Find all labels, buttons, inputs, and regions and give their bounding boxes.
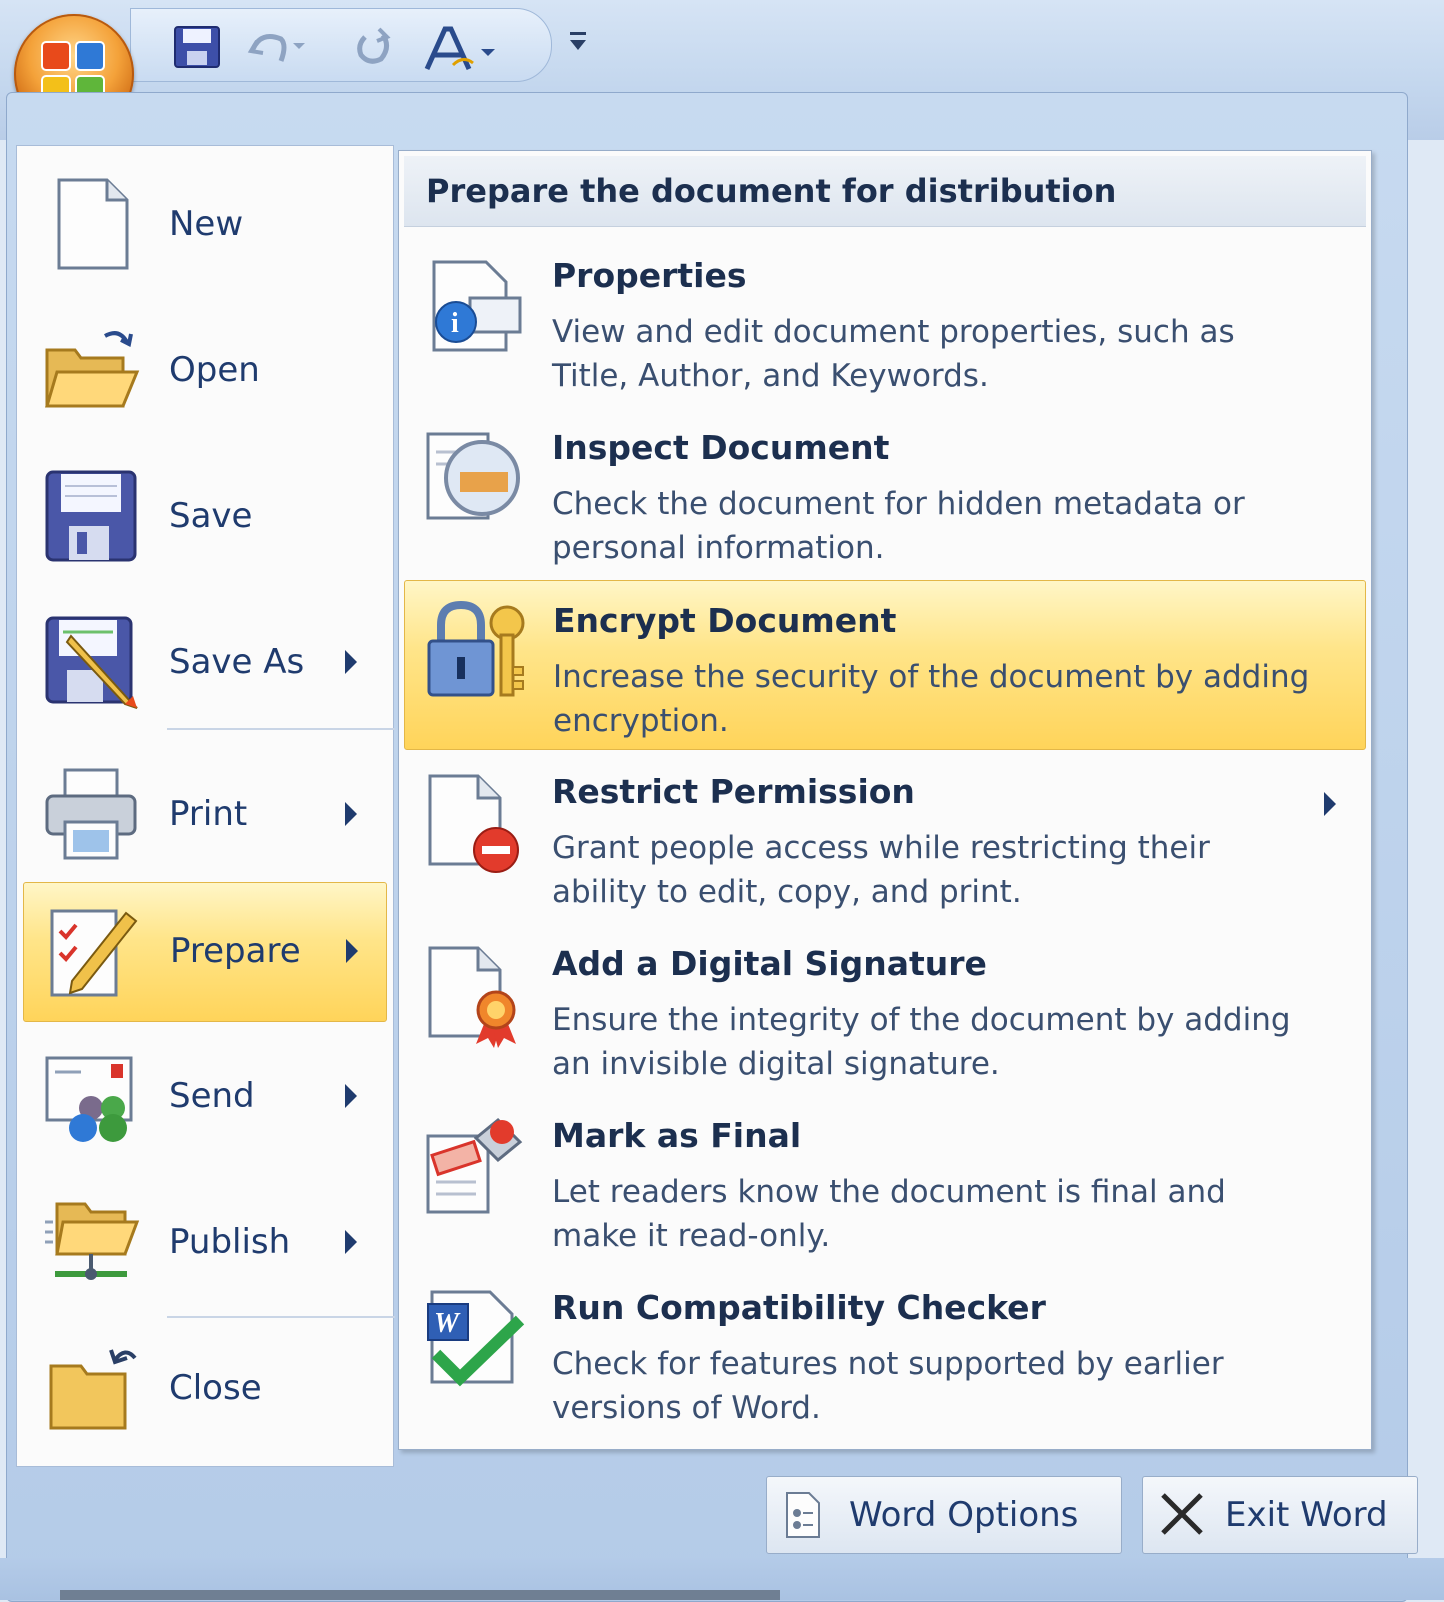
inspect-document-icon [420, 424, 530, 534]
menu-item-save-as[interactable]: Save As [23, 594, 387, 732]
menu-item-label: Publish [169, 1222, 291, 1262]
exit-word-button[interactable]: Exit Word [1142, 1476, 1418, 1554]
submenu-item-title: Restrict Permission [552, 772, 915, 811]
submenu-arrow-icon [346, 939, 358, 963]
submenu-item-description: Grant people access while restricting th… [552, 830, 1210, 910]
menu-item-label: Print [169, 794, 248, 834]
menu-item-label: Prepare [170, 931, 301, 971]
quick-access-toolbar [130, 8, 552, 82]
submenu-item-encrypt-document[interactable]: Encrypt Document Increase the security o… [404, 580, 1366, 750]
printer-icon [41, 764, 141, 864]
menu-item-save[interactable]: Save [23, 448, 387, 586]
menu-item-print[interactable]: Print [23, 746, 387, 884]
submenu-arrow-icon [345, 802, 357, 826]
customize-dropdown-icon[interactable] [568, 30, 588, 58]
menu-item-label: Send [169, 1076, 255, 1116]
submenu-item-description: Check for features not supported by earl… [552, 1346, 1224, 1426]
menu-item-new[interactable]: New [23, 156, 387, 294]
submenu-item-title: Properties [552, 256, 747, 295]
lock-key-icon [421, 597, 531, 707]
submenu-item-run-compatibility-checker[interactable]: W Run Compatibility Checker Check for fe… [404, 1268, 1366, 1436]
mark-final-icon [420, 1112, 530, 1222]
menu-item-label: Open [169, 350, 260, 390]
menu-item-publish[interactable]: Publish [23, 1174, 387, 1312]
close-x-icon [1159, 1491, 1205, 1541]
office-menu-commands: New Open Save Save As Print Prepare Send… [16, 145, 395, 1467]
options-document-icon [783, 1491, 823, 1543]
redo-icon[interactable] [353, 25, 397, 73]
undo-icon[interactable] [247, 25, 307, 73]
menu-item-label: Close [169, 1368, 262, 1408]
word-options-label: Word Options [849, 1495, 1079, 1535]
svg-text:i: i [451, 308, 459, 339]
submenu-item-description: Increase the security of the document by… [553, 659, 1310, 739]
save-as-icon [41, 612, 141, 712]
submenu-item-title: Encrypt Document [553, 601, 897, 640]
publish-icon [41, 1192, 141, 1292]
menu-item-prepare[interactable]: Prepare [23, 882, 387, 1022]
menu-item-send[interactable]: Send [23, 1028, 387, 1166]
word-options-button[interactable]: Word Options [766, 1476, 1122, 1554]
menu-item-label: New [169, 204, 244, 244]
send-icon [41, 1046, 141, 1146]
close-folder-icon [41, 1338, 141, 1438]
compatibility-checker-icon: W [420, 1284, 530, 1394]
submenu-arrow-icon [1324, 792, 1336, 816]
submenu-item-inspect-document[interactable]: Inspect Document Check the document for … [404, 408, 1366, 576]
submenu-item-title: Mark as Final [552, 1116, 802, 1155]
menu-item-close[interactable]: Close [23, 1320, 387, 1458]
submenu-header-text: Prepare the document for distribution [426, 172, 1117, 210]
menu-separator [167, 1316, 395, 1318]
submenu-header: Prepare the document for distribution [404, 156, 1366, 227]
digital-signature-icon [420, 940, 530, 1050]
submenu-item-description: Let readers know the document is final a… [552, 1174, 1226, 1254]
prepare-icon [42, 901, 142, 1001]
properties-icon: i [420, 252, 530, 362]
menu-item-label: Save [169, 496, 253, 536]
exit-word-label: Exit Word [1225, 1495, 1388, 1535]
font-style-icon[interactable] [423, 25, 503, 79]
submenu-arrow-icon [345, 650, 357, 674]
submenu-item-description: View and edit document properties, such … [552, 314, 1235, 394]
open-folder-icon [41, 320, 141, 420]
document-edge [60, 1590, 780, 1600]
svg-text:W: W [434, 1308, 461, 1339]
menu-item-open[interactable]: Open [23, 302, 387, 440]
submenu-item-restrict-permission[interactable]: Restrict Permission Grant people access … [404, 752, 1366, 920]
menu-item-label: Save As [169, 642, 305, 682]
submenu-item-mark-as-final[interactable]: Mark as Final Let readers know the docum… [404, 1096, 1366, 1264]
submenu-arrow-icon [345, 1230, 357, 1254]
submenu-item-add-digital-signature[interactable]: Add a Digital Signature Ensure the integ… [404, 924, 1366, 1092]
menu-separator [167, 728, 395, 730]
submenu-item-title: Inspect Document [552, 428, 890, 467]
submenu-item-title: Add a Digital Signature [552, 944, 987, 983]
submenu-item-description: Ensure the integrity of the document by … [552, 1002, 1291, 1082]
new-document-icon [41, 174, 141, 274]
submenu-item-properties[interactable]: i Properties View and edit document prop… [404, 236, 1366, 404]
restrict-permission-icon [420, 768, 530, 878]
submenu-item-title: Run Compatibility Checker [552, 1288, 1046, 1327]
save-icon[interactable] [173, 25, 221, 73]
submenu-item-description: Check the document for hidden metadata o… [552, 486, 1245, 566]
submenu-arrow-icon [345, 1084, 357, 1108]
save-icon [41, 466, 141, 566]
